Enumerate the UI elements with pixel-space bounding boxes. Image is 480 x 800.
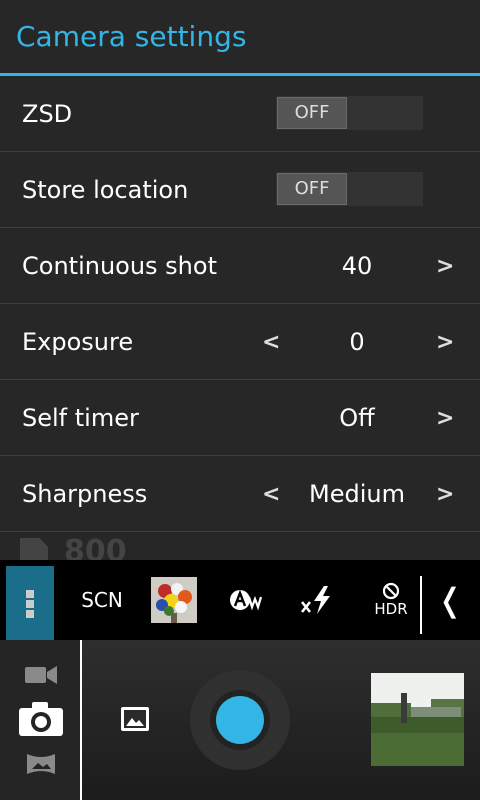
last-photo-image (371, 673, 464, 766)
color-effect-icon (151, 577, 197, 623)
hdr-off-icon (382, 582, 400, 600)
setting-label: Continuous shot (22, 252, 217, 280)
scene-mode-button[interactable]: SCN (78, 560, 126, 640)
settings-title: Camera settings (16, 20, 247, 53)
setting-label: Store location (22, 176, 189, 204)
flash-off-icon (300, 586, 330, 614)
decrease-arrow-icon[interactable]: < (262, 456, 280, 534)
toggle-state: OFF (277, 97, 347, 129)
panorama-mode-icon[interactable] (26, 752, 56, 776)
setting-value: Off (339, 404, 375, 432)
setting-label: Sharpness (22, 480, 148, 508)
gallery-button[interactable] (120, 706, 150, 732)
quick-settings-toolbar: SCN HDR ❬ (0, 560, 480, 640)
settings-header: Camera settings (0, 0, 480, 76)
setting-value: 40 (341, 252, 373, 280)
setting-value: Medium (309, 480, 405, 508)
more-options-icon[interactable] (6, 566, 54, 640)
setting-row-exposure[interactable]: Exposure < 0 > (0, 304, 480, 380)
hdr-button[interactable]: HDR (366, 560, 416, 640)
setting-label: Exposure (22, 328, 134, 356)
storage-icon (20, 538, 48, 560)
setting-label: Self timer (22, 404, 139, 432)
flash-button[interactable] (294, 560, 342, 640)
next-arrow-icon[interactable]: > (436, 380, 454, 458)
gallery-icon (121, 707, 149, 731)
hdr-label: HDR (374, 600, 408, 618)
camera-settings-panel: Camera settings ZSD OFF Store location O… (0, 0, 480, 560)
toolbar-divider (420, 576, 422, 634)
setting-row-sharpness[interactable]: Sharpness < Medium > (0, 456, 480, 532)
setting-row-zsd[interactable]: ZSD OFF (0, 76, 480, 152)
increase-arrow-icon[interactable]: > (436, 456, 454, 534)
mode-switcher (0, 640, 82, 800)
setting-row-self-timer[interactable]: Self timer Off > (0, 380, 480, 456)
setting-row-continuous-shot[interactable]: Continuous shot 40 > (0, 228, 480, 304)
decrease-arrow-icon[interactable]: < (262, 304, 280, 382)
color-effect-button[interactable] (150, 560, 198, 640)
setting-label: ZSD (22, 100, 73, 128)
remaining-shots-count: 800 (64, 534, 127, 560)
menu-dot (26, 600, 34, 608)
shutter-button[interactable] (216, 696, 264, 744)
zsd-toggle[interactable]: OFF (276, 96, 423, 130)
capture-controls (0, 640, 480, 800)
increase-arrow-icon[interactable]: > (436, 304, 454, 382)
video-mode-icon[interactable] (24, 664, 58, 686)
setting-row-store-location[interactable]: Store location OFF (0, 152, 480, 228)
photo-mode-icon[interactable] (17, 700, 65, 738)
white-balance-button[interactable] (222, 560, 270, 640)
last-photo-thumbnail[interactable] (371, 673, 464, 766)
menu-dot (26, 590, 34, 598)
menu-dot (26, 610, 34, 618)
store-location-toggle[interactable]: OFF (276, 172, 423, 206)
toggle-state: OFF (277, 173, 347, 205)
white-balance-auto-icon (230, 589, 263, 611)
collapse-icon[interactable]: ❬ (432, 560, 468, 640)
setting-value: 0 (349, 328, 365, 356)
next-arrow-icon[interactable]: > (436, 228, 454, 306)
